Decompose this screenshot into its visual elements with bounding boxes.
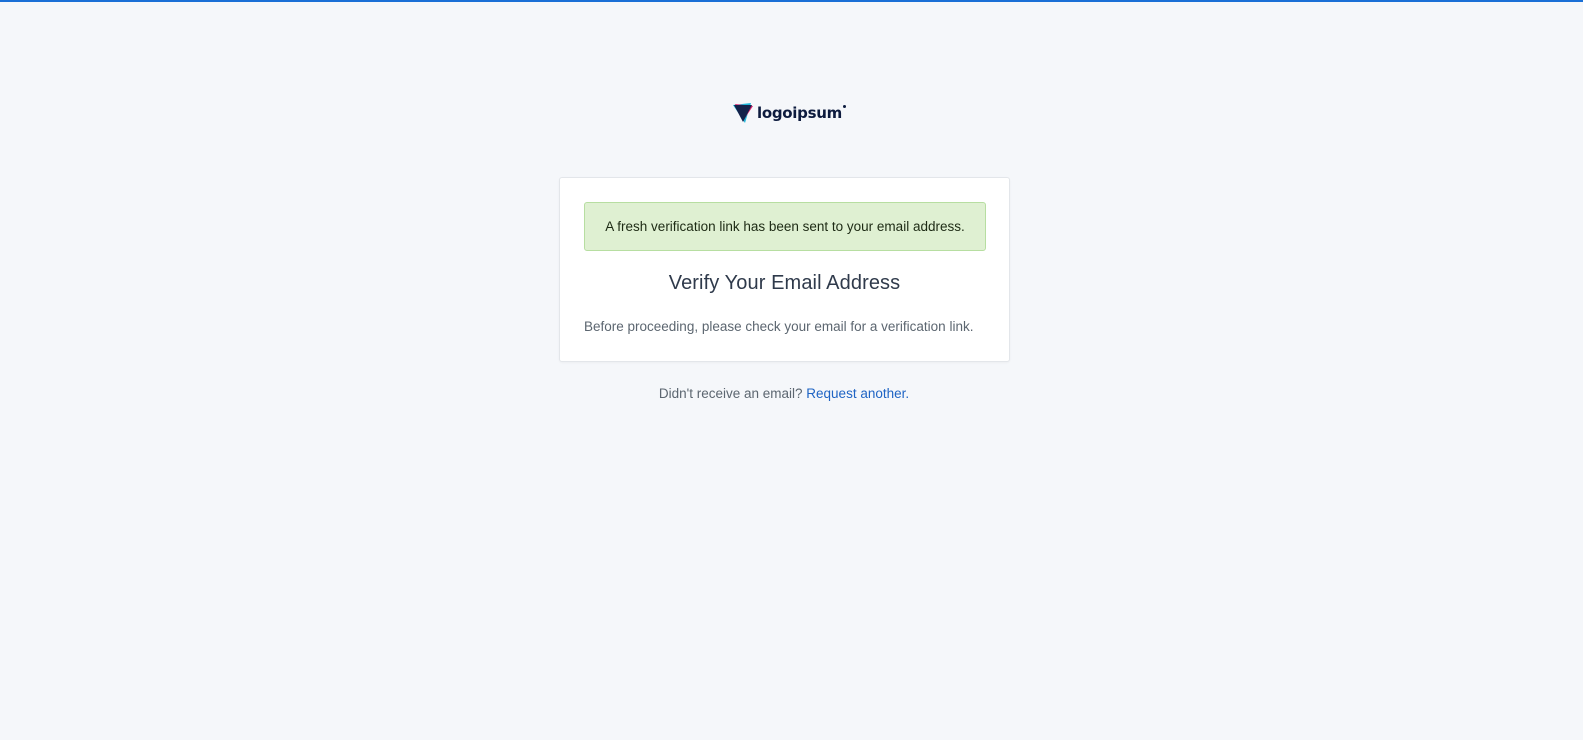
alert-message: A fresh verification link has been sent … [605,219,965,234]
logo-text: logoipsum [757,104,842,122]
request-another-label[interactable]: Request another [806,386,905,401]
brand-logo: logoipsum [731,100,846,126]
resend-prompt: Didn't receive an email? [658,386,807,401]
logo-icon [733,103,753,123]
success-alert: A fresh verification link has been sent … [584,202,986,251]
link-suffix: . [905,386,910,401]
page-title: Verify Your Email Address [668,272,901,294]
top-accent-bar [0,0,1583,2]
verify-card: A fresh verification link has been sent … [559,177,1010,362]
instruction-text: Before proceeding, please check your ema… [584,319,974,334]
resend-footer: Didn't receive an email? Request another… [0,386,1568,401]
logo-trademark-dot [842,104,846,108]
request-another-link[interactable]: Request another. [806,386,909,401]
